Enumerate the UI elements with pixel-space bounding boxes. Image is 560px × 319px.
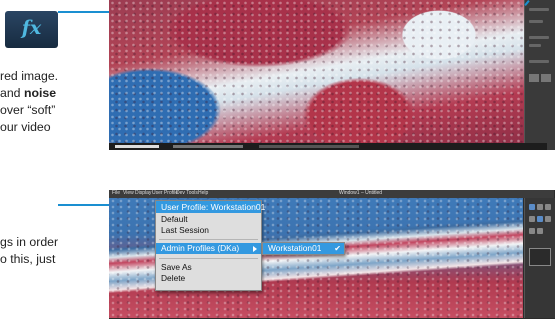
menu-item-default[interactable]: Default <box>156 214 261 225</box>
menu-item-delete[interactable]: Delete <box>156 273 261 284</box>
right-tool-panel <box>524 0 555 150</box>
user-profile-menu: User Profile: Workstation01 Default Last… <box>155 200 265 291</box>
menubar-item[interactable]: Display <box>135 190 151 196</box>
menubar-item[interactable]: User Profile <box>152 190 178 196</box>
fx-icon: fx <box>5 11 58 48</box>
doc-text-line: and noise <box>0 86 56 100</box>
doc-text-line: gs in order <box>0 235 59 249</box>
window-title: Window1 – Untitled <box>339 190 383 196</box>
admin-profiles-submenu: Workstation01 ✔ <box>262 242 345 255</box>
submenu-item-workstation01[interactable]: Workstation01 ✔ <box>263 243 344 254</box>
check-icon: ✔ <box>334 244 341 253</box>
doc-text-line: o this, just <box>0 252 56 266</box>
menubar-item[interactable]: Help <box>198 190 208 196</box>
screenshot-top <box>109 0 555 150</box>
menubar-item[interactable]: File <box>112 190 120 196</box>
menubar-item[interactable]: View <box>123 190 134 196</box>
chevron-right-icon <box>253 246 257 252</box>
doc-text-line: over “soft” <box>0 103 56 117</box>
doc-text-line: red image. <box>0 69 59 83</box>
doc-bold-text: noise <box>23 86 57 100</box>
doc-text-line: our video <box>0 120 51 134</box>
menu-item-save-as[interactable]: Save As <box>156 262 261 273</box>
menu-separator <box>159 239 258 240</box>
app-menubar: File View Display User Profile Dev Tools… <box>109 190 554 198</box>
submenu-item-label: Workstation01 <box>268 243 322 253</box>
status-bar <box>109 143 547 150</box>
right-tool-panel <box>524 198 555 318</box>
menu-item-label: Admin Profiles (DKa) <box>161 243 240 253</box>
tissue-image <box>109 0 547 143</box>
menu-title[interactable]: User Profile: Workstation01 <box>156 201 265 213</box>
menubar-item[interactable]: Dev Tools <box>176 190 198 196</box>
menu-item-last-session[interactable]: Last Session <box>156 225 261 236</box>
menu-separator <box>159 258 258 259</box>
doc-text: and <box>0 86 24 100</box>
curve-graph[interactable] <box>529 248 551 266</box>
menu-item-admin-profiles[interactable]: Admin Profiles (DKa) <box>156 243 261 254</box>
